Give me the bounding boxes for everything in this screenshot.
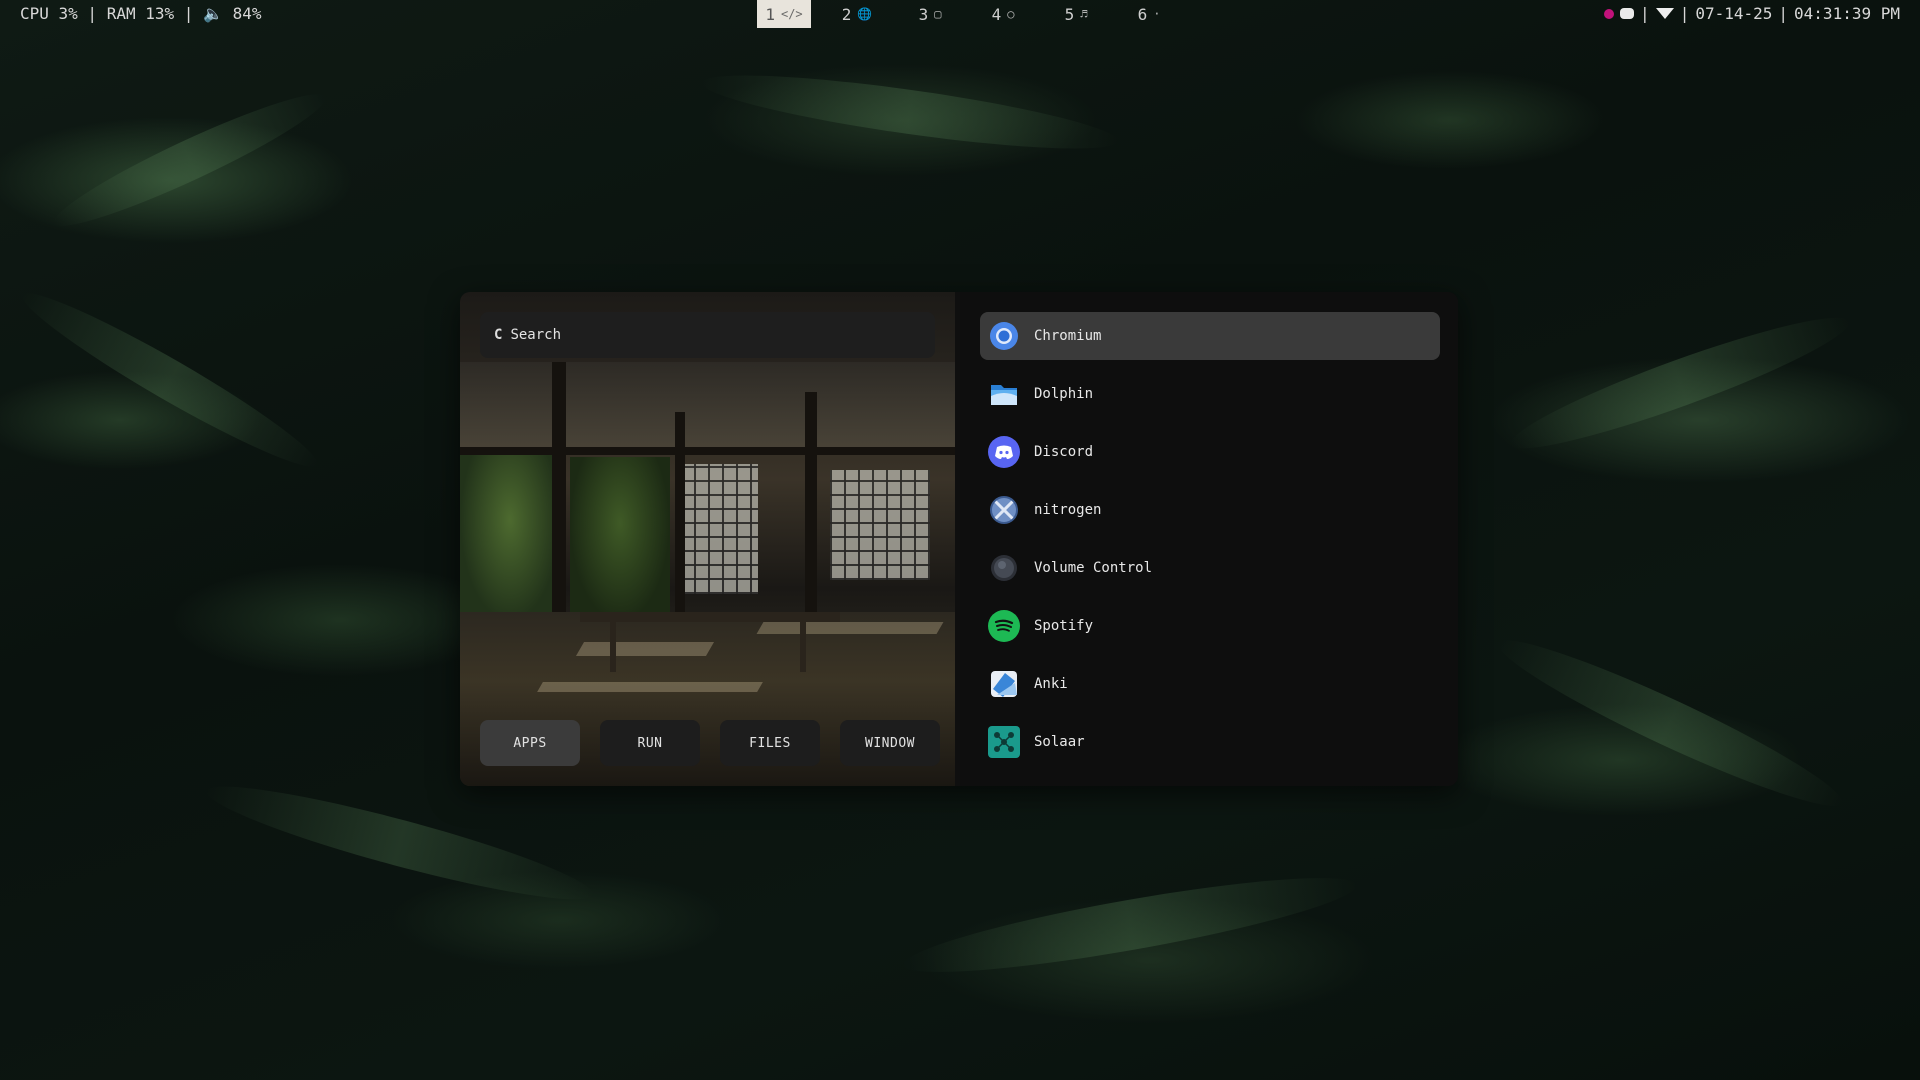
- workspace-number: 4: [991, 4, 1002, 24]
- tray-app-icon[interactable]: [1604, 8, 1615, 19]
- separator: |: [1679, 4, 1690, 23]
- music-icon: ♬: [1080, 7, 1088, 21]
- solaar-icon: [988, 726, 1020, 758]
- search-bar[interactable]: C: [480, 312, 935, 358]
- workspace-number: 3: [918, 4, 929, 24]
- app-label: Anki: [1034, 676, 1068, 692]
- list-item[interactable]: Anki: [980, 660, 1440, 708]
- palm-leaf: [899, 860, 1361, 990]
- palm-leaf: [698, 60, 1122, 164]
- workspace-2[interactable]: 2 🌐: [830, 0, 884, 28]
- app-list-pane: Chromium Dolphin Discord nitrogen Volume…: [960, 292, 1458, 786]
- wifi-icon[interactable]: [1655, 8, 1674, 19]
- app-label: Volume Control: [1034, 560, 1153, 576]
- app-label: Spotify: [1034, 618, 1094, 634]
- mode-apps-button[interactable]: APPS: [480, 720, 580, 766]
- mode-run-button[interactable]: RUN: [600, 720, 700, 766]
- top-bar: CPU 3% | RAM 13% | 🔈 84% 1 </> 2 🌐 3 ▢ 4…: [0, 0, 1920, 28]
- search-icon: C: [494, 327, 503, 343]
- list-item[interactable]: Spotify: [980, 602, 1440, 650]
- separator: |: [1778, 4, 1789, 23]
- workspace-3[interactable]: 3 ▢: [903, 0, 957, 28]
- separator: |: [1640, 4, 1650, 23]
- palm-leaf: [200, 769, 600, 917]
- workspace-1[interactable]: 1 </>: [757, 0, 811, 28]
- anki-icon: [988, 668, 1020, 700]
- system-stats: CPU 3% | RAM 13% | 🔈 84%: [20, 4, 262, 23]
- app-label: nitrogen: [1034, 502, 1102, 518]
- list-item[interactable]: Dolphin: [980, 370, 1440, 418]
- code-icon: </>: [780, 7, 803, 21]
- list-item[interactable]: Solaar: [980, 718, 1440, 766]
- palm-leaf: [12, 277, 328, 483]
- status-area: | | 07-14-25 | 04:31:39 PM: [1604, 4, 1900, 23]
- workspace-6[interactable]: 6 ·: [1122, 0, 1176, 28]
- globe-icon: 🌐: [857, 7, 873, 21]
- workspace-number: 1: [765, 4, 775, 24]
- workspace-5[interactable]: 5 ♬: [1049, 0, 1103, 28]
- discord-icon: [988, 436, 1020, 468]
- app-label: Solaar: [1034, 734, 1085, 750]
- launcher-image-pane: C APPS RUN FILES WINDOW: [460, 292, 955, 786]
- chat-icon: ○: [1007, 7, 1015, 21]
- workspace-number: 6: [1137, 4, 1148, 24]
- workspace-number: 2: [841, 4, 852, 24]
- mode-files-button[interactable]: FILES: [720, 720, 820, 766]
- app-label: Dolphin: [1034, 386, 1094, 402]
- app-launcher: C APPS RUN FILES WINDOW Chromium: [460, 292, 1458, 786]
- workspace-switcher: 1 </> 2 🌐 3 ▢ 4 ○ 5 ♬ 6 ·: [757, 0, 1195, 28]
- discord-tray-icon[interactable]: [1620, 8, 1635, 19]
- spotify-icon: [988, 610, 1020, 642]
- list-item[interactable]: nitrogen: [980, 486, 1440, 534]
- chromium-icon: [988, 320, 1020, 352]
- palm-leaf: [1502, 299, 1858, 467]
- search-input[interactable]: [510, 327, 891, 343]
- volume-icon: [988, 552, 1020, 584]
- clock: 04:31:39 PM: [1794, 4, 1900, 23]
- mode-window-button[interactable]: WINDOW: [840, 720, 940, 766]
- palm-leaf: [45, 78, 335, 242]
- date: 07-14-25: [1695, 4, 1773, 23]
- app-list: Chromium Dolphin Discord nitrogen Volume…: [980, 312, 1440, 776]
- list-item[interactable]: Volume Control: [980, 544, 1440, 592]
- mode-switcher: APPS RUN FILES WINDOW: [480, 720, 940, 766]
- folder-icon: [988, 378, 1020, 410]
- palm-leaf: [1488, 621, 1852, 825]
- list-item[interactable]: Discord: [980, 428, 1440, 476]
- list-item[interactable]: Chromium: [980, 312, 1440, 360]
- app-label: Chromium: [1034, 328, 1102, 344]
- dot-icon: ·: [1153, 7, 1161, 21]
- nitrogen-icon: [988, 494, 1020, 526]
- document-icon: ▢: [934, 7, 942, 21]
- workspace-number: 5: [1064, 4, 1075, 24]
- app-label: Discord: [1034, 444, 1094, 460]
- workspace-4[interactable]: 4 ○: [976, 0, 1030, 28]
